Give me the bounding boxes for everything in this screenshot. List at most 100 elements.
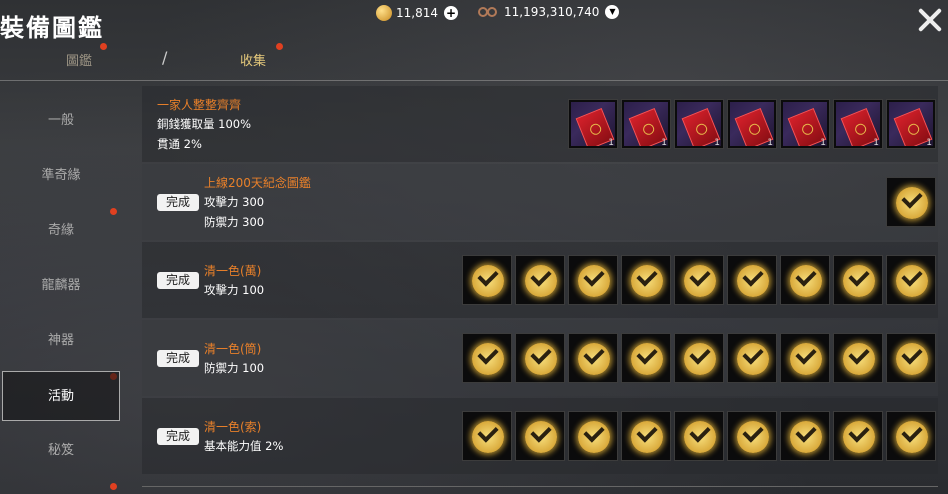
check-circle-icon xyxy=(737,265,769,297)
collection-stat: 防禦力 100 xyxy=(204,361,265,375)
item-quantity: 1 xyxy=(661,138,667,148)
collected-slot[interactable] xyxy=(833,411,883,461)
sidebar-item[interactable]: 奇緣 xyxy=(0,206,122,256)
collection-row: 完成 清一色(萬) 攻擊力 100 xyxy=(142,242,938,318)
check-circle-icon xyxy=(843,265,875,297)
collection-stat: 基本能力值 2% xyxy=(204,439,284,453)
collection-row: 完成 清一色(索) 基本能力值 2% xyxy=(142,398,938,474)
collected-slot[interactable] xyxy=(886,411,936,461)
collected-slot[interactable] xyxy=(462,333,512,383)
window-title: 裝備圖鑑 xyxy=(0,13,104,42)
complete-button[interactable]: 完成 xyxy=(157,194,199,211)
item-quantity: 1 xyxy=(608,138,614,148)
collection-name: 上線200天紀念圖鑑 xyxy=(204,176,311,190)
check-circle-icon xyxy=(578,265,610,297)
check-circle-icon xyxy=(631,343,663,375)
collection-row: 完成 上線200天紀念圖鑑 攻擊力 300 防禦力 300 xyxy=(142,164,938,240)
collected-slot[interactable] xyxy=(674,333,724,383)
collected-slot[interactable] xyxy=(621,255,671,305)
check-circle-icon xyxy=(684,265,716,297)
collected-slot[interactable] xyxy=(727,333,777,383)
notification-dot xyxy=(110,483,117,490)
collected-slot[interactable] xyxy=(568,333,618,383)
gem-counter: 11,193,310,740 ▼ xyxy=(478,5,620,19)
sidebar-item[interactable]: 準奇緣 xyxy=(0,151,122,201)
collected-slot[interactable] xyxy=(886,177,936,227)
collected-slot[interactable] xyxy=(780,333,830,383)
collected-slot[interactable] xyxy=(621,411,671,461)
item-quantity: 1 xyxy=(926,138,932,148)
collection-stat: 貫通 2% xyxy=(157,137,202,151)
collected-slot[interactable] xyxy=(515,255,565,305)
collected-slot[interactable] xyxy=(780,411,830,461)
collected-slot[interactable] xyxy=(886,333,936,383)
item-slot[interactable]: 1 xyxy=(621,99,671,149)
notification-dot xyxy=(276,43,283,50)
sidebar-item[interactable]: 秘笈 xyxy=(0,426,122,476)
tab-collection[interactable]: 收集 xyxy=(240,50,266,69)
check-circle-icon xyxy=(631,421,663,453)
complete-button[interactable]: 完成 xyxy=(157,272,199,289)
item-slot[interactable]: 1 xyxy=(833,99,883,149)
check-circle-icon xyxy=(896,343,928,375)
sidebar-item[interactable]: 神器 xyxy=(0,316,122,366)
complete-button[interactable]: 完成 xyxy=(157,350,199,367)
list-bottom-divider xyxy=(142,486,938,487)
collection-name: 清一色(筒) xyxy=(204,342,262,356)
item-slot[interactable]: 1 xyxy=(727,99,777,149)
tab-separator: / xyxy=(162,48,168,67)
tab-catalog[interactable]: 圖鑑 xyxy=(66,50,92,69)
collected-slot[interactable] xyxy=(780,255,830,305)
check-circle-icon xyxy=(896,265,928,297)
sidebar-item[interactable]: 活動 xyxy=(2,371,120,421)
check-circle-icon xyxy=(525,421,557,453)
check-circle-icon xyxy=(790,265,822,297)
item-slot[interactable]: 1 xyxy=(886,99,936,149)
check-circle-icon xyxy=(578,343,610,375)
item-slot[interactable]: 1 xyxy=(568,99,618,149)
collected-slot[interactable] xyxy=(727,255,777,305)
plus-icon[interactable]: + xyxy=(444,6,458,20)
check-circle-icon xyxy=(790,343,822,375)
coin-amount: 11,814 xyxy=(396,6,438,20)
check-circle-icon xyxy=(843,343,875,375)
notification-dot xyxy=(100,43,107,50)
collected-slot[interactable] xyxy=(674,411,724,461)
item-quantity: 1 xyxy=(767,138,773,148)
item-slot[interactable]: 1 xyxy=(674,99,724,149)
check-circle-icon xyxy=(578,421,610,453)
check-circle-icon xyxy=(896,187,928,219)
check-circle-icon xyxy=(525,265,557,297)
collected-slot[interactable] xyxy=(674,255,724,305)
item-slot[interactable]: 1 xyxy=(780,99,830,149)
collection-stat: 銅錢獲取量 100% xyxy=(157,117,252,131)
collected-slot[interactable] xyxy=(462,255,512,305)
collected-slot[interactable] xyxy=(833,255,883,305)
collected-slot[interactable] xyxy=(833,333,883,383)
check-circle-icon xyxy=(737,343,769,375)
collection-name: 清一色(索) xyxy=(204,420,262,434)
check-circle-icon xyxy=(896,421,928,453)
collected-slot[interactable] xyxy=(462,411,512,461)
collection-row: 完成 清一色(筒) 防禦力 100 xyxy=(142,320,938,396)
collection-row: 一家人整整齊齊 銅錢獲取量 100% 貫通 2% 1 1 1 1 1 1 1 xyxy=(142,86,938,162)
sidebar-item[interactable]: 龍麟器 xyxy=(0,261,122,311)
collection-stat: 攻擊力 100 xyxy=(204,283,265,297)
gem-amount: 11,193,310,740 xyxy=(504,5,600,19)
chevron-down-icon[interactable]: ▼ xyxy=(605,5,620,19)
collected-slot[interactable] xyxy=(568,411,618,461)
sidebar-item[interactable]: 一般 xyxy=(0,96,122,146)
collected-slot[interactable] xyxy=(886,255,936,305)
complete-button[interactable]: 完成 xyxy=(157,428,199,445)
check-circle-icon xyxy=(472,343,504,375)
close-icon[interactable] xyxy=(916,6,944,34)
collected-slot[interactable] xyxy=(515,333,565,383)
check-circle-icon xyxy=(472,265,504,297)
collected-slot[interactable] xyxy=(515,411,565,461)
check-circle-icon xyxy=(790,421,822,453)
collected-slot[interactable] xyxy=(727,411,777,461)
collected-slot[interactable] xyxy=(621,333,671,383)
collected-slot[interactable] xyxy=(568,255,618,305)
collection-name: 清一色(萬) xyxy=(204,264,262,278)
prayer-beads-icon xyxy=(478,6,500,18)
